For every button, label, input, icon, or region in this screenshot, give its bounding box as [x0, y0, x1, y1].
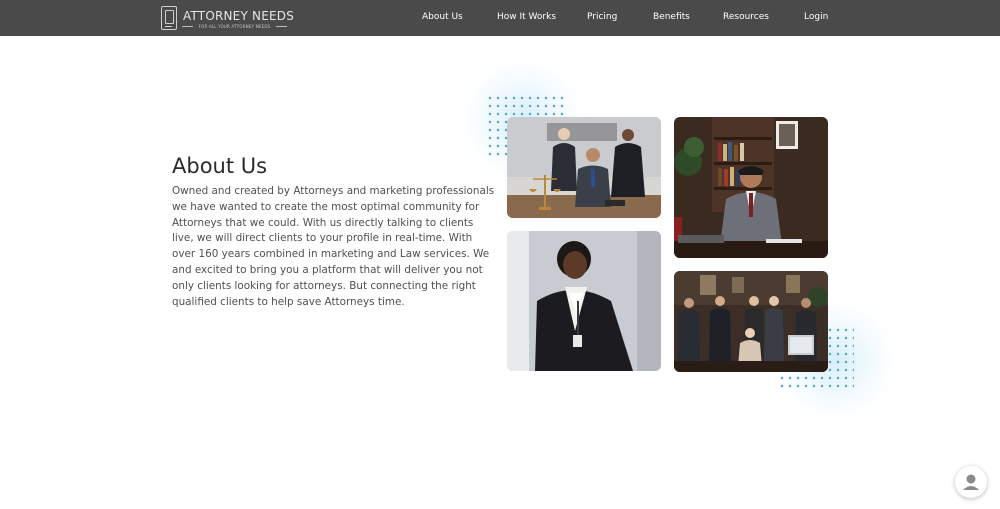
logo-tagline: FOR ALL YOUR ATTORNEY NEEDS: [182, 24, 287, 29]
photo-three-attorneys: [507, 117, 661, 218]
photo-attorney-group: [674, 271, 828, 372]
about-paragraph: Owned and created by Attorneys and marke…: [172, 185, 495, 308]
section-title: About Us: [172, 154, 268, 178]
logo-title: ATTORNEY NEEDS: [183, 9, 295, 23]
nav-benefits[interactable]: Benefits: [653, 12, 690, 22]
photo-attorney-at-desk: [674, 117, 828, 258]
attorney-needs-logo-icon: [161, 6, 177, 30]
photo-attorney-standing: [507, 231, 661, 371]
nav-about-us[interactable]: About Us: [422, 12, 463, 22]
top-navigation-bar: ATTORNEY NEEDS FOR ALL YOUR ATTORNEY NEE…: [0, 0, 1000, 36]
nav-pricing[interactable]: Pricing: [587, 12, 617, 22]
nav-resources[interactable]: Resources: [723, 12, 769, 22]
user-avatar-icon: [963, 474, 979, 490]
nav-how-it-works[interactable]: How It Works: [497, 12, 556, 22]
chat-widget-button[interactable]: [955, 466, 987, 498]
nav-login[interactable]: Login: [804, 12, 828, 22]
